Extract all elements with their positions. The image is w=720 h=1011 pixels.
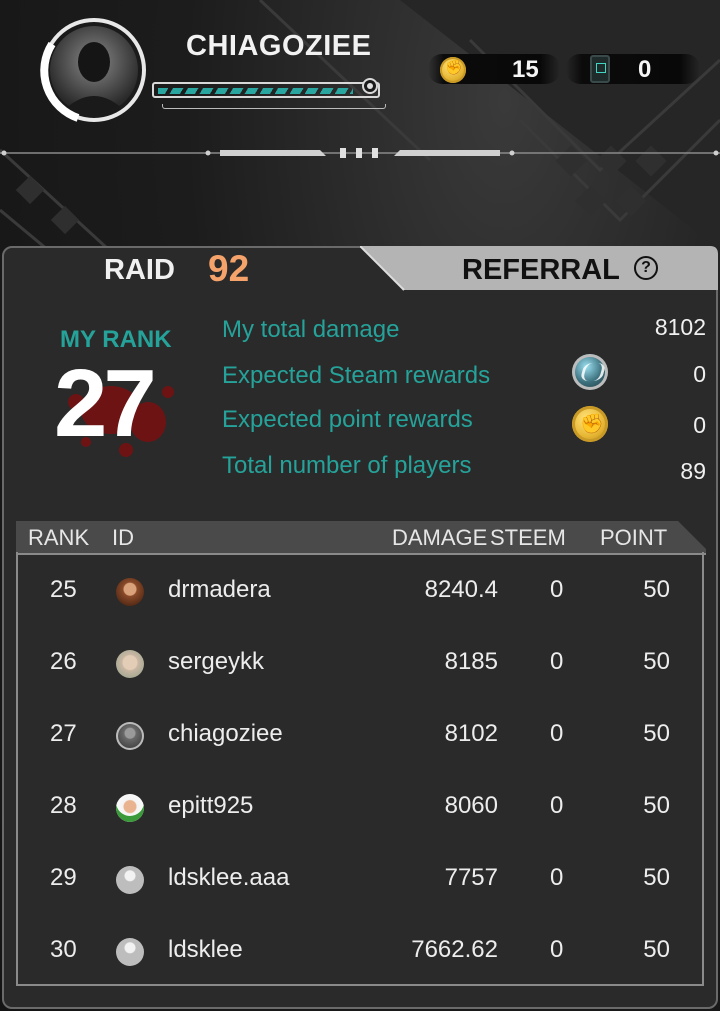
raid-panel: RAID 92 REFERRAL ? MY RANK 27 My total d… [0, 246, 720, 1011]
coin-icon [440, 57, 466, 83]
row-id[interactable]: ldsklee.aaa [168, 864, 289, 892]
row-steem: 0 [550, 720, 564, 747]
tab-raid[interactable]: RAID [104, 254, 175, 287]
row-point: 50 [643, 864, 670, 891]
xp-bar-frame [152, 82, 380, 98]
row-rank: 29 [50, 864, 77, 891]
stat-total-players-label: Total number of players [222, 452, 472, 479]
row-steem: 0 [550, 864, 564, 891]
card-count: 0 [638, 56, 652, 83]
row-id[interactable]: epitt925 [168, 792, 253, 820]
row-damage: 8240.4 [424, 576, 498, 603]
row-avatar [116, 866, 144, 894]
help-icon[interactable]: ? [634, 256, 658, 280]
header-damage: DAMAGE [392, 525, 488, 550]
stat-steam-rewards-value: 0 [693, 361, 706, 387]
row-rank: 30 [50, 936, 77, 963]
row-damage: 7757 [444, 864, 498, 891]
xp-bar-fill [158, 88, 353, 94]
row-rank: 26 [50, 648, 77, 675]
row-avatar [116, 938, 144, 966]
stat-total-damage-value: 8102 [654, 314, 706, 340]
stat-point-rewards-value: 0 [693, 412, 706, 438]
username: CHIAGOZIEE [186, 30, 372, 62]
header-divider [0, 148, 720, 158]
row-damage: 8102 [444, 720, 498, 747]
referral-label[interactable]: REFERRAL [462, 254, 620, 287]
row-avatar [116, 578, 144, 606]
row-steem: 0 [550, 576, 564, 603]
row-rank: 25 [50, 576, 77, 603]
row-damage: 8185 [444, 648, 498, 675]
xp-bar-knob [362, 78, 378, 94]
header-point: POINT [600, 525, 668, 550]
row-avatar [116, 650, 144, 678]
stat-total-damage-label: My total damage [222, 316, 400, 343]
row-point: 50 [643, 720, 670, 747]
row-avatar [116, 722, 144, 750]
header-rank: RANK [28, 525, 90, 550]
row-steem: 0 [550, 792, 564, 819]
row-avatar [116, 794, 144, 822]
ranking-table[interactable]: 25 drmadera 8240.4 0 50 26 sergeykk 8185… [16, 552, 704, 986]
row-id[interactable]: drmadera [168, 576, 271, 604]
row-damage: 8060 [444, 792, 498, 819]
row-steem: 0 [550, 936, 564, 963]
row-rank: 27 [50, 720, 77, 747]
user-avatar[interactable] [38, 14, 150, 126]
row-damage: 7662.62 [411, 936, 498, 963]
row-id[interactable]: ldsklee [168, 936, 243, 964]
table-row[interactable]: 28 epitt925 8060 0 50 [18, 772, 702, 844]
row-steem: 0 [550, 648, 564, 675]
stat-total-players-value: 89 [680, 458, 706, 484]
table-row[interactable]: 29 ldsklee.aaa 7757 0 50 [18, 844, 702, 916]
header-id: ID [112, 525, 134, 550]
cards-brush-bg [566, 54, 700, 84]
avatar-photo [50, 26, 138, 114]
row-point: 50 [643, 576, 670, 603]
stat-steam-rewards-label: Expected Steam rewards [222, 362, 491, 389]
raid-number: 92 [208, 248, 250, 289]
steem-icon [572, 354, 608, 390]
card-icon [590, 55, 610, 83]
row-id[interactable]: sergeykk [168, 648, 264, 676]
xp-progress-bar [152, 74, 386, 110]
header-steem: STEEM [490, 525, 566, 550]
coin-count: 15 [512, 56, 539, 83]
row-point: 50 [643, 792, 670, 819]
table-row[interactable]: 30 ldsklee 7662.62 0 50 [18, 916, 702, 984]
person-silhouette-icon [60, 42, 128, 114]
row-point: 50 [643, 648, 670, 675]
table-row[interactable]: 26 sergeykk 8185 0 50 [18, 628, 702, 700]
table-row[interactable]: 25 drmadera 8240.4 0 50 [18, 556, 702, 628]
xp-bar-underline [162, 104, 386, 109]
my-rank-value: 27 [54, 350, 157, 457]
row-id[interactable]: chiagoziee [168, 720, 283, 748]
row-rank: 28 [50, 792, 77, 819]
table-header: RANK ID DAMAGE STEEM POINT [16, 521, 704, 555]
point-coin-icon [572, 406, 608, 442]
row-point: 50 [643, 936, 670, 963]
table-row[interactable]: 27 chiagoziee 8102 0 50 [18, 700, 702, 772]
stat-point-rewards-label: Expected point rewards [222, 406, 473, 433]
